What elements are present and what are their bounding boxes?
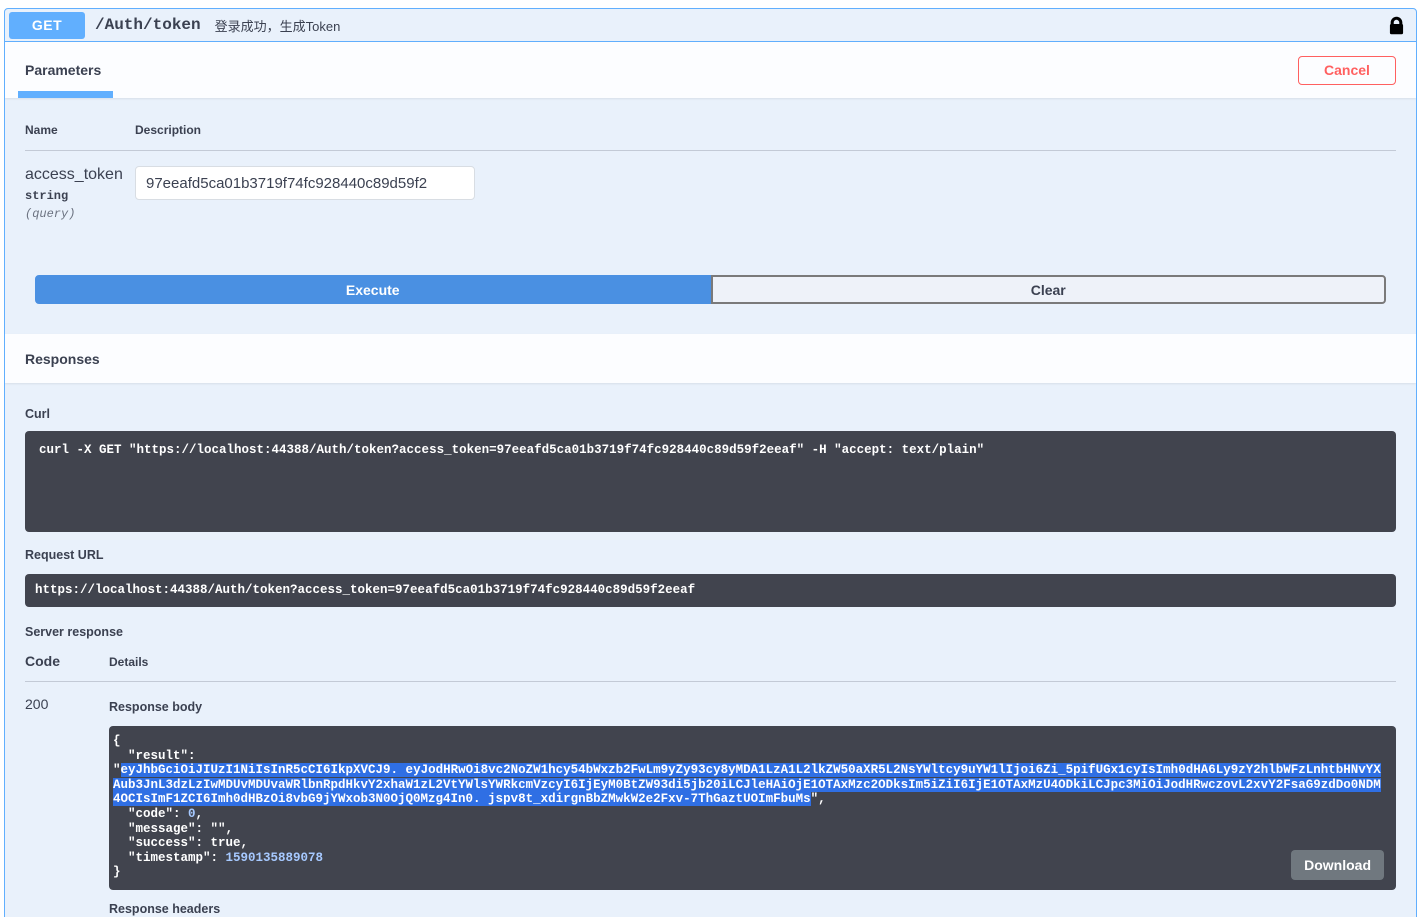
parameters-body: Name Description access_token string (qu… (5, 98, 1416, 334)
jwt-token-selected: eyJhbGciOiJIUzI1NiIsInR5cCI6IkpXVCJ9. ey… (113, 763, 1381, 807)
request-url: https://localhost:44388/Auth/token?acces… (35, 583, 696, 597)
json-timestamp-field: "timestamp": 1590135889078 (113, 850, 324, 865)
execute-button-group: Execute Clear (25, 275, 1396, 304)
token-close-quote: ", (810, 792, 826, 807)
response-body-box[interactable]: { "result": "eyJhbGciOiJIUzI1NiIsInR5cCI… (109, 726, 1396, 890)
column-code: Code (25, 653, 60, 669)
active-tab-indicator (18, 91, 113, 98)
responses-header: Responses (5, 334, 1416, 383)
json-success-field: "success": true, (113, 836, 249, 851)
parameter-row-access-token: access_token string (query) (25, 151, 1396, 221)
column-name: Name (25, 123, 58, 137)
clear-button[interactable]: Clear (710, 275, 1386, 304)
access-token-input[interactable] (135, 166, 475, 200)
parameters-header: Parameters Cancel (5, 42, 1416, 98)
parameter-type: string (25, 189, 69, 203)
json-code-field: "code": 0, (113, 806, 204, 821)
endpoint-path: /Auth/token (95, 16, 201, 34)
curl-command: curl -X GET "https://localhost:44388/Aut… (39, 443, 985, 457)
execute-button[interactable]: Execute (35, 275, 711, 304)
parameters-title: Parameters (25, 62, 102, 78)
endpoint-summary: 登录成功，生成Token (214, 18, 341, 34)
server-response-table: Code Details 200 Response body { "result… (25, 653, 1396, 916)
response-headers-label: Response headers (109, 901, 221, 916)
column-description: Description (135, 123, 202, 137)
parameter-name: access_token (25, 166, 123, 183)
curl-label: Curl (25, 407, 50, 421)
parameter-meta: access_token string (query) (25, 166, 135, 221)
response-body-label: Response body (109, 700, 203, 714)
json-open-brace: { (113, 734, 121, 748)
opblock-get-auth-token: GET /Auth/token 登录成功，生成Token Parameters … (4, 8, 1417, 917)
column-details: Details (109, 655, 149, 669)
server-response-row: 200 Response body { "result": "eyJhbGciO… (25, 682, 1396, 916)
request-url-label: Request URL (25, 548, 104, 562)
download-button[interactable]: Download (1291, 849, 1384, 880)
json-close-brace: } (113, 865, 121, 880)
json-result-value: "eyJhbGciOiJIUzI1NiIsInR5cCI6IkpXVCJ9. e… (113, 763, 1388, 807)
opblock-summary[interactable]: GET /Auth/token 登录成功，生成Token (5, 9, 1416, 42)
json-result-key: "result": (113, 748, 196, 763)
parameter-value-cell (135, 166, 475, 221)
server-response-label: Server response (25, 625, 123, 639)
lock-icon[interactable] (1389, 16, 1404, 35)
status-code: 200 (25, 696, 49, 712)
swagger-page: GET /Auth/token 登录成功，生成Token Parameters … (0, 0, 1422, 917)
cancel-button[interactable]: Cancel (1298, 55, 1396, 85)
request-url-box[interactable]: https://localhost:44388/Auth/token?acces… (25, 574, 1396, 607)
curl-command-box[interactable]: curl -X GET "https://localhost:44388/Aut… (25, 431, 1396, 532)
token-open-quote: " (113, 763, 121, 778)
responses-title: Responses (25, 350, 100, 367)
responses-body: Curl curl -X GET "https://localhost:4438… (5, 383, 1416, 916)
server-response-table-header: Code Details (25, 653, 1396, 682)
http-method-badge: GET (9, 11, 85, 39)
parameters-table-header: Name Description (25, 123, 1396, 151)
parameter-location: (query) (25, 207, 76, 221)
response-details-cell: Response body { "result": "eyJhbGciOiJIU… (109, 696, 1396, 916)
json-message-field: "message": "", (113, 821, 234, 836)
